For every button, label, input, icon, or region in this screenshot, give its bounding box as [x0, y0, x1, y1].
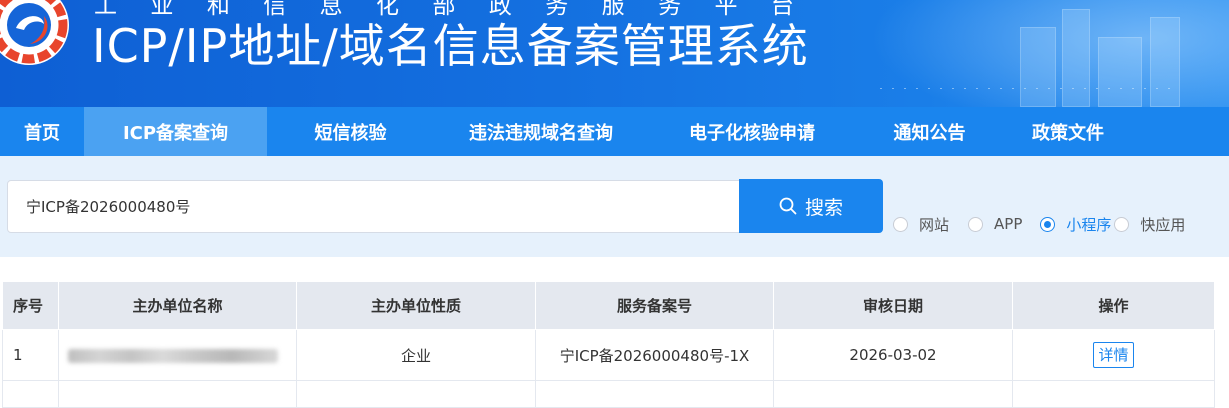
nav-item-illegal-domain-query[interactable]: 违法违规域名查询: [434, 107, 648, 156]
empty-cell: [58, 380, 297, 408]
search-button[interactable]: 搜索: [739, 179, 883, 233]
nav-item-label: 通知公告: [893, 122, 966, 144]
action-cell: 详情: [1012, 329, 1215, 381]
radio-circle: [893, 216, 908, 232]
nav-item-label: 首页: [24, 122, 60, 144]
type-radio-group: 网站 APP 小程序 快应用: [893, 214, 1185, 234]
nav-item-label: 短信核验: [314, 122, 387, 144]
table-row: [2, 380, 1215, 408]
platform-subtitle: 工 业 和 信 息 化 部 政 务 服 务 平 台: [94, 0, 794, 19]
radio-label: 小程序: [1066, 215, 1112, 234]
nav-item-e-verify-apply[interactable]: 电子化核验申请: [648, 107, 856, 156]
column-header: 主办单位名称: [58, 281, 297, 330]
page-title: ICP/IP地址/域名信息备案管理系统: [92, 19, 809, 73]
nav-item-label: 违法违规域名查询: [469, 122, 613, 144]
subtitle-char: 工: [94, 0, 117, 19]
empty-cell: [296, 380, 536, 408]
radio-mini-program[interactable]: 小程序: [1040, 214, 1111, 235]
column-header: 序号: [2, 281, 59, 330]
column-header: 操作: [1012, 281, 1215, 330]
org-type-cell: 企业: [296, 329, 536, 381]
search-panel: 宁ICP备2026000480号 搜索 网站 APP 小程序 快应用: [0, 156, 1229, 257]
empty-cell: [773, 380, 1013, 408]
subtitle-char: 台: [770, 0, 794, 19]
radio-circle: [1040, 216, 1056, 232]
radio-app[interactable]: APP: [968, 215, 1022, 233]
banner-decoration: [1020, 27, 1056, 107]
subtitle-char: 务: [658, 0, 682, 19]
results-table: 序号 主办单位名称 主办单位性质 服务备案号 审核日期 操作 1 企业 宁ICP…: [2, 281, 1215, 408]
empty-cell: [2, 380, 59, 408]
org-name-cell: [58, 329, 297, 381]
nav-item-label: ICP备案查询: [122, 122, 229, 144]
subtitle-char: 务: [545, 0, 569, 19]
radio-label: APP: [994, 215, 1023, 233]
banner-decoration: [1098, 37, 1142, 107]
search-button-label: 搜索: [804, 196, 843, 219]
banner-decoration: [1150, 17, 1180, 107]
radio-circle: [1114, 216, 1130, 232]
subtitle-char: 和: [206, 0, 230, 19]
empty-cell: [1012, 380, 1215, 408]
subtitle-char: 平: [714, 0, 738, 19]
nav-item-sms-verify[interactable]: 短信核验: [267, 107, 434, 156]
banner-decoration: [880, 88, 1180, 89]
record-number-cell: 宁ICP备2026000480号-1X: [535, 329, 774, 381]
subtitle-char: 政: [488, 0, 512, 19]
nav-item-policy-docs[interactable]: 政策文件: [1003, 107, 1133, 156]
main-nav: 首页 ICP备案查询 短信核验 违法违规域名查询 电子化核验申请 通知公告 政策…: [0, 107, 1229, 156]
row-index: 1: [2, 329, 59, 381]
nav-item-notices[interactable]: 通知公告: [856, 107, 1003, 156]
header-banner: 工 业 和 信 息 化 部 政 务 服 务 平 台 ICP/IP地址/域名信息备…: [0, 0, 1229, 107]
miit-logo-icon: [0, 0, 69, 65]
search-input[interactable]: 宁ICP备2026000480号: [7, 180, 740, 233]
nav-item-label: 政策文件: [1032, 122, 1104, 144]
subtitle-char: 服: [601, 0, 625, 19]
column-header: 服务备案号: [535, 281, 774, 330]
empty-cell: [535, 380, 774, 408]
subtitle-char: 息: [319, 0, 343, 19]
subtitle-char: 部: [432, 0, 456, 19]
redacted-org-name: [67, 348, 278, 363]
subtitle-char: 信: [263, 0, 287, 19]
nav-item-icp-query[interactable]: ICP备案查询: [84, 107, 267, 156]
table-header-row: 序号 主办单位名称 主办单位性质 服务备案号 审核日期 操作: [2, 281, 1215, 330]
radio-quick-app[interactable]: 快应用: [1114, 214, 1185, 235]
search-icon: [779, 197, 797, 215]
radio-website[interactable]: 网站: [893, 214, 949, 235]
radio-label: 网站: [919, 215, 950, 234]
nav-item-label: 电子化核验申请: [689, 122, 815, 144]
subtitle-char: 化: [376, 0, 400, 19]
column-header: 主办单位性质: [296, 281, 536, 330]
subtitle-char: 业: [150, 0, 174, 19]
detail-button[interactable]: 详情: [1093, 342, 1134, 368]
review-date-cell: 2026-03-02: [773, 329, 1013, 381]
radio-label: 快应用: [1140, 215, 1186, 234]
table-row: 1 企业 宁ICP备2026000480号-1X 2026-03-02 详情: [2, 329, 1215, 381]
column-header: 审核日期: [773, 281, 1013, 330]
banner-decoration: [1062, 9, 1090, 107]
radio-circle: [968, 216, 984, 232]
nav-item-home[interactable]: 首页: [0, 107, 84, 156]
